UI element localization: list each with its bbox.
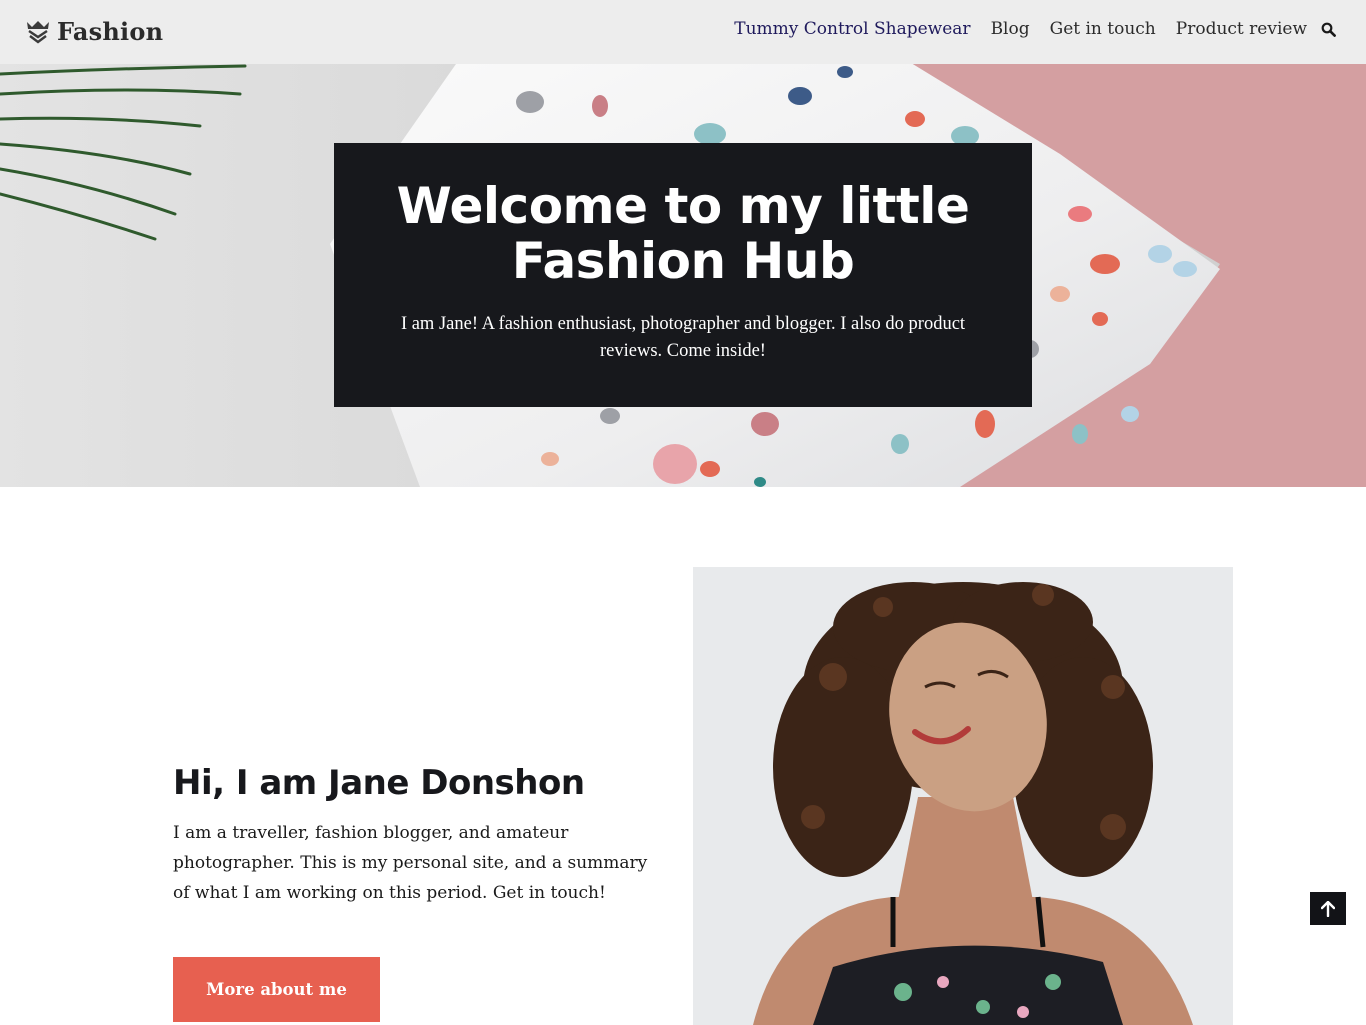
site-header: Fashion Tummy Control Shapewear Blog Get… (0, 0, 1366, 64)
hero-card: Welcome to my little Fashion Hub I am Ja… (334, 143, 1032, 407)
scroll-to-top-button[interactable] (1310, 892, 1346, 925)
search-icon[interactable] (1321, 22, 1336, 37)
main-navigation: Tummy Control Shapewear Blog Get in touc… (714, 19, 1336, 39)
arrow-up-icon (1321, 900, 1335, 917)
site-logo[interactable]: Fashion (26, 17, 163, 46)
about-title: Hi, I am Jane Donshon (173, 763, 585, 803)
more-about-me-button[interactable]: More about me (173, 957, 380, 1022)
nav-item-tummy-control-shapewear[interactable]: Tummy Control Shapewear (734, 19, 970, 39)
hero-subtitle: I am Jane! A fashion enthusiast, photogr… (400, 314, 966, 361)
about-text: I am a traveller, fashion blogger, and a… (173, 823, 648, 903)
nav-item-get-in-touch[interactable]: Get in touch (1050, 19, 1156, 39)
hero-title: Welcome to my little Fashion Hub (396, 177, 970, 290)
crown-icon (27, 20, 49, 43)
hero-section: Welcome to my little Fashion Hub I am Ja… (0, 64, 1366, 487)
nav-item-blog[interactable]: Blog (991, 19, 1030, 39)
portrait-image (693, 567, 1233, 1025)
logo-text: Fashion (57, 17, 164, 46)
nav-item-product-review[interactable]: Product review (1176, 19, 1307, 39)
